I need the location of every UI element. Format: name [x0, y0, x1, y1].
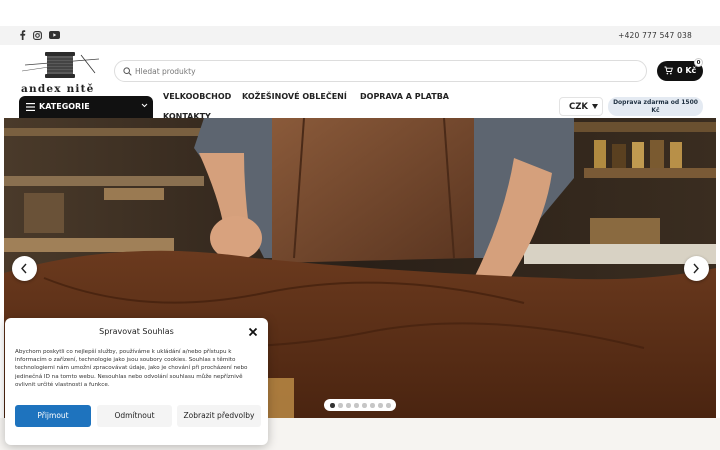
slider-pagination [324, 399, 396, 411]
view-preferences-button[interactable]: Zobrazit předvolby [177, 405, 261, 427]
cart-count-badge: 0 [694, 58, 703, 67]
close-icon[interactable] [248, 327, 258, 337]
categories-button[interactable]: KATEGORIE [19, 96, 153, 118]
consent-title: Spravovat Souhlas [99, 327, 174, 336]
chevron-down-icon: ⌄ [361, 92, 367, 99]
accept-button[interactable]: Přijmout [15, 405, 91, 427]
chevron-right-icon [693, 263, 699, 274]
top-bar [0, 26, 720, 45]
slider-dot[interactable] [362, 403, 367, 408]
free-shipping-badge: Doprava zdarma od 1500 Kč [608, 97, 703, 116]
top-strip [0, 0, 720, 26]
phone-number[interactable]: +420 777 547 038 [618, 31, 692, 40]
currency-value: CZK [569, 102, 588, 112]
categories-label: KATEGORIE [39, 102, 90, 111]
caret-down-icon [592, 104, 598, 109]
slider-dot[interactable] [378, 403, 383, 408]
chevron-down-icon [141, 103, 148, 108]
slider-dot[interactable] [338, 403, 343, 408]
slider-dot[interactable] [386, 403, 391, 408]
instagram-icon[interactable] [33, 30, 42, 40]
chevron-left-icon [21, 263, 27, 274]
cart-button[interactable]: 0 Kč 0 [657, 58, 703, 81]
slider-dot[interactable] [354, 403, 359, 408]
cart-icon [664, 66, 673, 75]
search-bar[interactable] [114, 60, 647, 82]
slider-dot[interactable] [330, 403, 335, 408]
spool-logo-icon [21, 52, 100, 78]
menu-icon [26, 103, 35, 111]
logo-text[interactable]: andex nitě [21, 83, 95, 95]
cart-total: 0 Kč [677, 66, 697, 75]
slider-dot[interactable] [346, 403, 351, 408]
slider-dot[interactable] [370, 403, 375, 408]
deny-button[interactable]: Odmítnout [97, 405, 172, 427]
facebook-icon[interactable] [19, 30, 26, 40]
youtube-icon[interactable] [49, 31, 60, 39]
chevron-down-icon: ⌄ [243, 92, 249, 99]
currency-selector[interactable]: CZK [559, 97, 603, 116]
search-icon [123, 67, 132, 76]
consent-body: Abychom poskytli co nejlepší služby, pou… [15, 349, 248, 388]
slider-prev-button[interactable] [12, 256, 37, 281]
cookie-consent-dialog: Spravovat Souhlas Abychom poskytli co ne… [5, 318, 268, 445]
search-input[interactable] [135, 64, 635, 78]
slider-next-button[interactable] [684, 256, 709, 281]
social-links [19, 30, 60, 40]
